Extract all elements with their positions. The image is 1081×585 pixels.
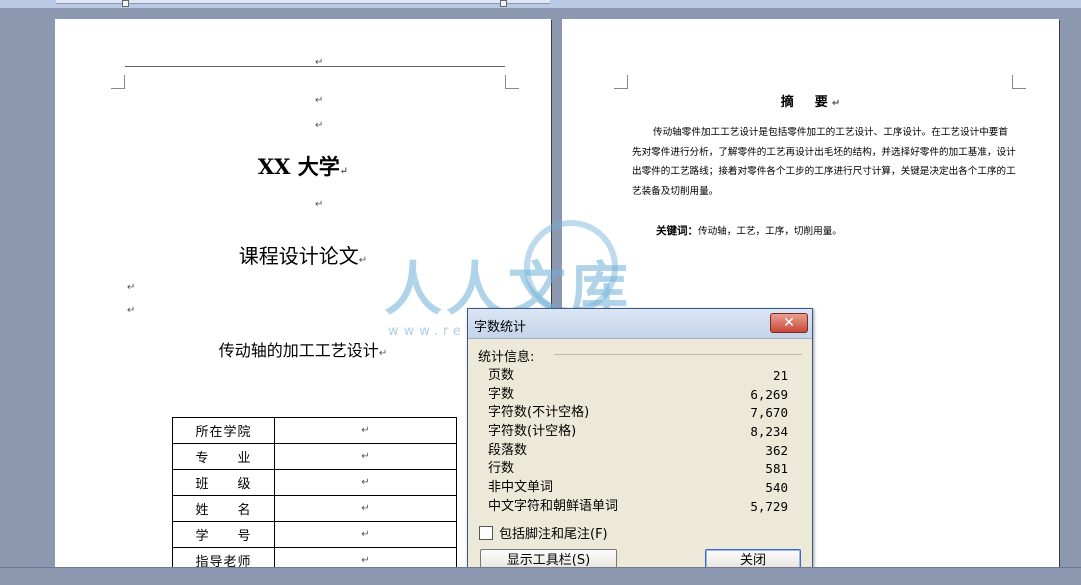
stat-row: 行数 581 xyxy=(488,460,788,479)
stat-label: 中文字符和朝鲜语单词 xyxy=(488,498,619,514)
table-label-cell: 学 号 xyxy=(172,521,275,548)
table-row: 学 号 ↵ xyxy=(172,521,457,548)
horizontal-ruler[interactable] xyxy=(56,0,550,4)
stat-row: 段落数 362 xyxy=(488,442,788,461)
table-row: 姓 名 ↵ xyxy=(172,495,457,522)
margin-corner-marker xyxy=(614,75,628,89)
paragraph-mark: ↵ xyxy=(378,348,388,359)
paragraph-mark: ↵ xyxy=(127,305,136,316)
paragraph-mark: ↵ xyxy=(127,282,136,293)
paragraph-mark: ↵ xyxy=(315,199,324,210)
word-count-dialog: 字数统计 ✕ 统计信息: 页数 21 字数 6,269 字符数(不计空格) 7,670… xyxy=(467,308,813,585)
stat-value: 362 xyxy=(765,442,788,458)
course-title: 课程设计论文↵ xyxy=(238,244,368,268)
stat-value: 581 xyxy=(765,461,788,477)
paragraph-mark: ↵ xyxy=(361,555,370,566)
keywords-label: 关键词： xyxy=(656,225,698,237)
stat-row: 中文字符和朝鲜语单词 5,729 xyxy=(488,498,788,517)
table-row: 所在学院 ↵ xyxy=(172,417,457,444)
stat-value: 21 xyxy=(772,368,788,383)
dialog-titlebar[interactable]: 字数统计 ✕ xyxy=(468,309,812,339)
include-footnotes-option[interactable]: 包括脚注和尾注(F) xyxy=(479,523,608,542)
status-bar xyxy=(0,567,1081,585)
table-row: 专 业 ↵ xyxy=(172,443,457,470)
stat-row: 非中文单词 540 xyxy=(488,479,788,498)
stat-value: 8,234 xyxy=(750,424,788,440)
paragraph-mark: ↵ xyxy=(358,255,368,266)
right-indent-handle[interactable] xyxy=(500,0,507,7)
stat-label: 页数 xyxy=(488,368,515,383)
dialog-title: 字数统计 xyxy=(474,320,527,335)
stat-label: 段落数 xyxy=(488,442,528,458)
paragraph-mark: ↵ xyxy=(361,477,370,488)
keywords-text: 传动轴，工艺，工序，切削用量。 xyxy=(698,226,842,237)
stat-label: 字符数(计空格) xyxy=(488,424,577,440)
margin-corner-marker xyxy=(1012,75,1026,89)
statistics-list: 页数 21 字数 6,269 字符数(不计空格) 7,670 字符数(计空格) 8,23… xyxy=(488,367,788,517)
left-indent-handle[interactable] xyxy=(122,0,129,7)
ruler-bar xyxy=(0,0,1081,8)
paragraph-mark: ↵ xyxy=(315,95,324,106)
abstract-title: 摘 要↵ xyxy=(780,95,841,110)
table-value-cell[interactable]: ↵ xyxy=(274,521,457,548)
paragraph-mark: ↵ xyxy=(361,451,370,462)
stat-label: 字数 xyxy=(488,386,515,402)
stat-row: 字数 6,269 xyxy=(488,386,788,405)
margin-corner-marker xyxy=(505,75,519,89)
student-info-table: 所在学院 ↵ 专 业 ↵ 班 级 ↵ 姓 名 ↵ 学 号 ↵ 指导老师 ↵ xyxy=(172,417,457,574)
include-footnotes-label[interactable]: 包括脚注和尾注(F) xyxy=(499,523,608,542)
stat-label: 非中文单词 xyxy=(488,480,554,496)
stat-value: 7,670 xyxy=(750,405,788,421)
table-value-cell[interactable]: ↵ xyxy=(274,443,457,470)
paragraph-mark: ↵ xyxy=(315,57,324,68)
table-label-cell: 姓 名 xyxy=(172,495,275,522)
paragraph-mark: ↵ xyxy=(315,120,324,131)
paragraph-mark: ↵ xyxy=(361,425,370,436)
keywords-line: 关键词：传动轴，工艺，工序，切削用量。 xyxy=(656,223,842,238)
university-name: XX 大学↵ xyxy=(257,154,349,179)
table-label-cell: 所在学院 xyxy=(172,417,275,444)
table-value-cell[interactable]: ↵ xyxy=(274,417,457,444)
statistics-section-label: 统计信息: xyxy=(478,350,535,365)
paragraph-mark: ↵ xyxy=(831,98,841,109)
stat-row: 页数 21 xyxy=(488,367,788,386)
table-row: 班 级 ↵ xyxy=(172,469,457,496)
table-value-cell[interactable]: ↵ xyxy=(274,495,457,522)
stat-value: 5,729 xyxy=(750,498,788,514)
margin-corner-marker xyxy=(111,75,125,89)
stat-label: 字符数(不计空格) xyxy=(488,405,590,421)
paragraph-mark: ↵ xyxy=(339,166,349,177)
table-label-cell: 班 级 xyxy=(172,469,275,496)
paragraph-mark: ↵ xyxy=(361,503,370,514)
include-footnotes-checkbox[interactable] xyxy=(479,525,493,540)
stat-value: 540 xyxy=(765,480,788,496)
abstract-body: 传动轴零件加工工艺设计是包括零件加工的工艺设计、工序设计。在工艺设计中要首先对零… xyxy=(632,127,1016,197)
stat-row: 字符数(不计空格) 7,670 xyxy=(488,404,788,423)
stat-row: 字符数(计空格) 8,234 xyxy=(488,423,788,442)
divider xyxy=(554,354,802,355)
paragraph-mark: ↵ xyxy=(361,529,370,540)
stat-label: 行数 xyxy=(488,461,515,477)
table-label-cell: 专 业 xyxy=(172,443,275,470)
table-value-cell[interactable]: ↵ xyxy=(274,469,457,496)
stat-value: 6,269 xyxy=(750,386,788,402)
close-icon[interactable]: ✕ xyxy=(770,313,808,333)
